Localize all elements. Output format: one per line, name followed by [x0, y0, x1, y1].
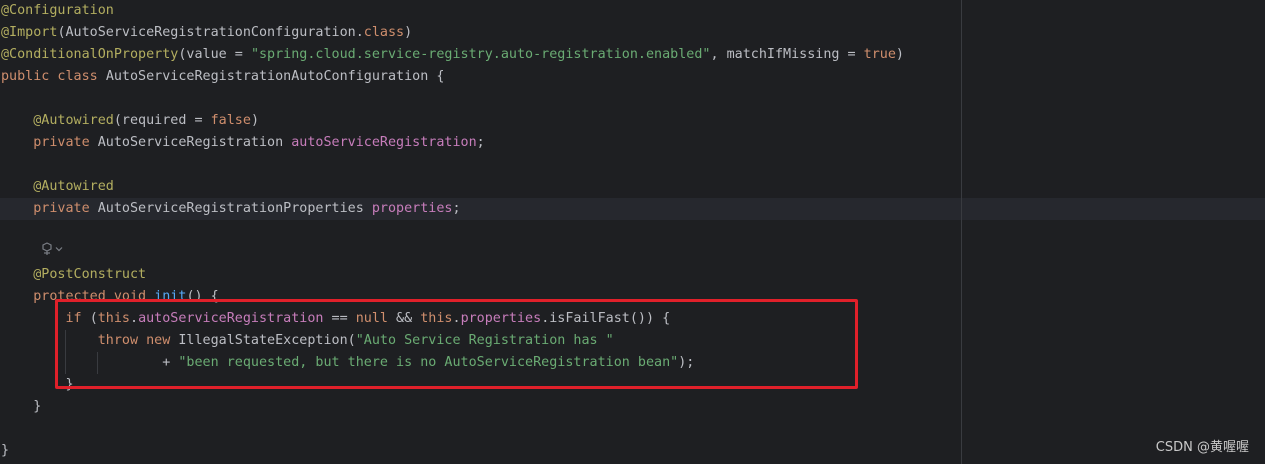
code-token: ) [404, 25, 413, 40]
code-line[interactable]: } [1, 440, 9, 462]
code-line[interactable]: @Autowired(required = false) [1, 110, 259, 132]
code-token: AutoServiceRegistrationProperties [97, 201, 372, 216]
chevron-down-icon[interactable] [55, 245, 63, 253]
code-token: (required = [113, 113, 211, 128]
code-token: "spring.cloud.service-registry.auto-regi… [250, 47, 711, 62]
code-token: @Configuration [1, 3, 114, 18]
code-token: false [210, 113, 251, 128]
code-token: @ConditionalOnProperty [1, 47, 179, 62]
code-token: properties [371, 201, 453, 216]
code-token: private [33, 201, 98, 216]
code-token: @Autowired [33, 179, 114, 194]
code-token: ; [476, 135, 485, 150]
code-token: @PostConstruct [33, 267, 147, 282]
red-annotation-box [55, 299, 858, 389]
watermark: CSDN @黄喔喔 [1155, 440, 1249, 455]
code-vision-hint[interactable] [40, 242, 63, 256]
code-token: (value = [178, 47, 251, 62]
code-line[interactable]: private AutoServiceRegistrationPropertie… [1, 198, 461, 220]
code-line[interactable]: @PostConstruct [1, 264, 146, 286]
code-token: } [1, 399, 42, 414]
lifecycle-hint-icon[interactable] [40, 242, 54, 256]
code-line[interactable]: @Import(AutoServiceRegistrationConfigura… [1, 22, 412, 44]
code-line[interactable]: private AutoServiceRegistration autoServ… [1, 132, 485, 154]
code-token: @Autowired [33, 113, 114, 128]
code-token: private [33, 135, 98, 150]
code-line[interactable]: @Configuration [1, 0, 114, 22]
code-line[interactable]: @ConditionalOnProperty(value = "spring.c… [1, 44, 904, 66]
code-token: ) [895, 47, 904, 62]
code-token: ) [250, 113, 259, 128]
code-line[interactable]: @Autowired [1, 176, 114, 198]
code-token: @Import [1, 25, 58, 40]
code-token: public class [1, 69, 106, 84]
code-line[interactable]: } [1, 396, 41, 418]
code-token: true [863, 47, 896, 62]
code-editor[interactable]: @Configuration @Import(AutoServiceRegistr… [0, 0, 1265, 464]
right-margin-guide [961, 0, 962, 464]
code-token: (AutoServiceRegistrationConfiguration. [57, 25, 364, 40]
code-token: , matchIfMissing = [710, 47, 864, 62]
code-token: } [1, 443, 10, 458]
code-line[interactable]: public class AutoServiceRegistrationAuto… [1, 66, 444, 88]
code-token: class [363, 25, 405, 40]
code-token: autoServiceRegistration [291, 135, 477, 150]
code-token: AutoServiceRegistration [97, 135, 292, 150]
code-token: AutoServiceRegistrationAutoConfiguration… [105, 69, 445, 84]
code-token: ; [452, 201, 461, 216]
